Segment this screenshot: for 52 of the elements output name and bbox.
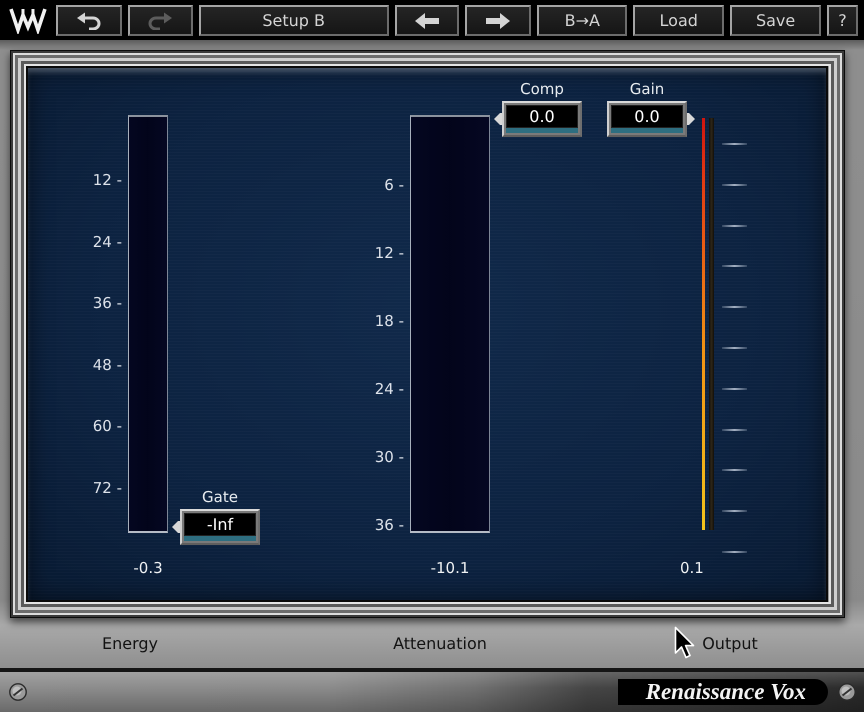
scale-label: 72 - bbox=[92, 478, 122, 498]
scale-tick bbox=[722, 265, 747, 268]
control-label: Gate bbox=[202, 487, 238, 507]
meter-title: Attenuation bbox=[393, 634, 487, 652]
scale-tick bbox=[722, 510, 747, 512]
scale-label: 24 - bbox=[92, 232, 122, 252]
scale-label: 30 - bbox=[374, 447, 404, 467]
product-name: Renaissance Vox bbox=[618, 679, 828, 705]
toolbar-button[interactable]: Setup B bbox=[198, 5, 389, 36]
logo-icon bbox=[8, 6, 48, 34]
screw-icon bbox=[838, 683, 856, 701]
undo-button[interactable] bbox=[56, 5, 122, 36]
control-label: Gain bbox=[630, 79, 664, 99]
toolbar-button[interactable]: Load bbox=[633, 5, 724, 36]
meter-reading: -0.3 bbox=[133, 558, 163, 578]
toolbar-button[interactable]: ? bbox=[827, 5, 858, 36]
scale-label: 6 - bbox=[384, 175, 404, 195]
right-arrow-icon bbox=[486, 12, 510, 28]
meter-reading: 0.1 bbox=[680, 558, 704, 578]
forward-button[interactable] bbox=[465, 5, 532, 36]
scale-label: 12 - bbox=[374, 243, 404, 263]
meter-title: Energy bbox=[102, 634, 158, 652]
mouse-pointer-icon bbox=[674, 626, 696, 660]
scale-tick bbox=[722, 184, 747, 186]
undo-icon bbox=[76, 12, 102, 30]
scale-label: 60 - bbox=[92, 416, 122, 436]
redo-icon bbox=[147, 12, 174, 30]
scale-label: 24 - bbox=[374, 379, 404, 399]
scale-label: 36 - bbox=[374, 515, 404, 535]
scale-label: 48 - bbox=[92, 354, 122, 375]
toolbar-button[interactable]: Save bbox=[730, 5, 822, 36]
handle-tip-icon bbox=[687, 112, 695, 126]
control-label: Comp bbox=[520, 79, 564, 99]
scale-label: 18 - bbox=[374, 311, 404, 331]
meter-title: Output bbox=[702, 634, 758, 652]
scale-tick bbox=[722, 306, 747, 308]
scale-tick bbox=[722, 346, 747, 349]
scale-tick bbox=[722, 469, 747, 472]
handle-tip-icon bbox=[494, 112, 502, 126]
back-button[interactable] bbox=[394, 5, 460, 36]
screw-icon bbox=[9, 683, 27, 701]
scale-tick bbox=[722, 550, 747, 553]
scale-label: 36 - bbox=[92, 293, 122, 314]
handle-tip-icon bbox=[172, 520, 180, 534]
scale-tick bbox=[722, 428, 747, 431]
scale-tick bbox=[722, 388, 747, 390]
scale-tick bbox=[722, 143, 747, 145]
toolbar-button[interactable]: B→A bbox=[537, 5, 628, 36]
scale-tick bbox=[722, 224, 747, 227]
scale-label: 12 - bbox=[92, 170, 122, 190]
left-arrow-icon bbox=[415, 12, 439, 28]
meter-reading: -10.1 bbox=[430, 558, 470, 578]
